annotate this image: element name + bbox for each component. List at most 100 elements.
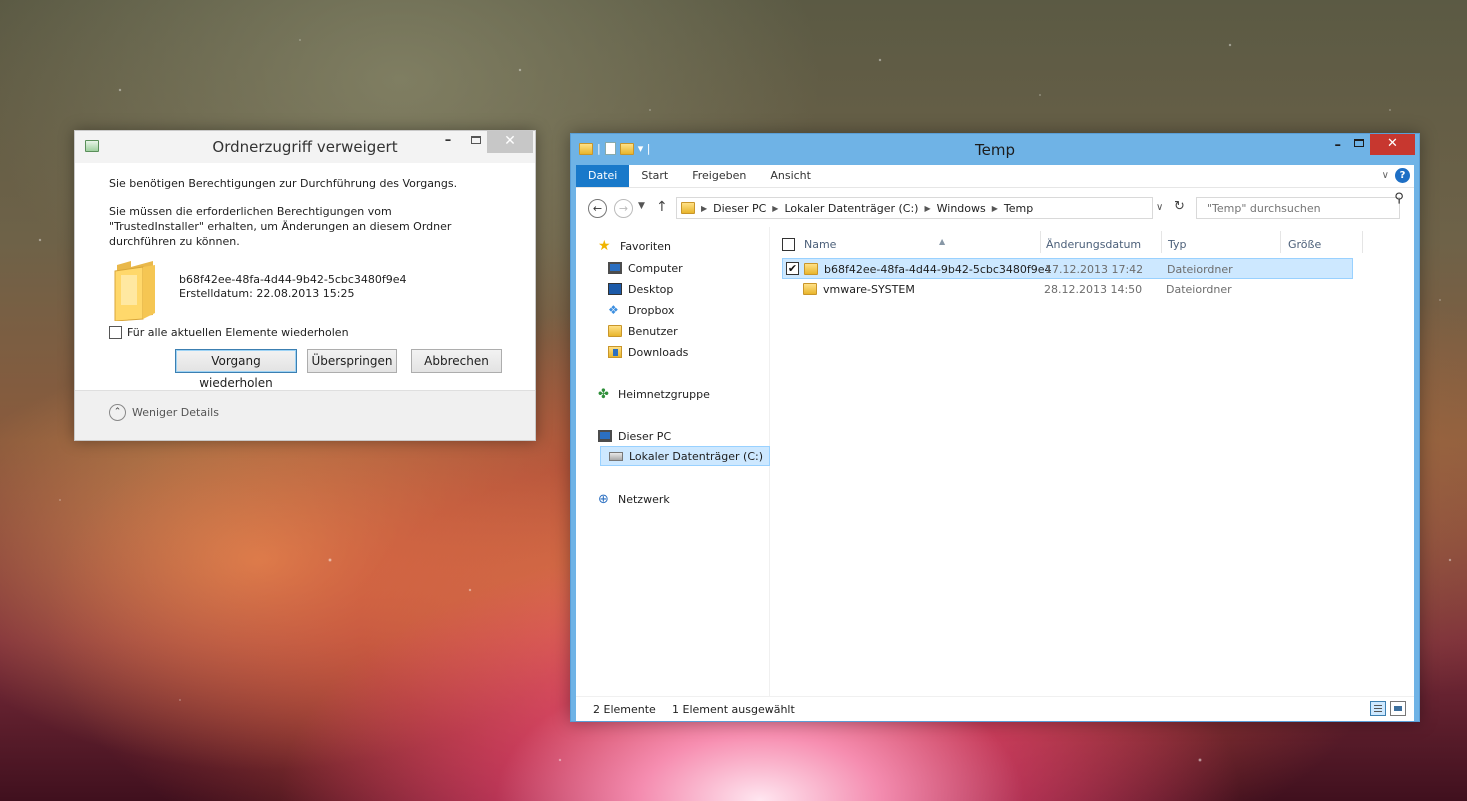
search-icon[interactable]: ⚲: [1382, 191, 1404, 206]
maximize-button[interactable]: [463, 131, 489, 153]
sidebar-item-downloads[interactable]: Downloads: [608, 342, 688, 362]
column-header-type[interactable]: Typ: [1168, 238, 1187, 251]
table-row[interactable]: vmware-SYSTEM 28.12.2013 14:50 Dateiordn…: [782, 279, 1353, 300]
address-bar[interactable]: ▶ Dieser PC ▶ Lokaler Datenträger (C:) ▶…: [676, 197, 1153, 219]
close-button[interactable]: ✕: [487, 131, 533, 153]
recent-locations-icon[interactable]: ▼: [638, 201, 645, 211]
expand-ribbon-icon[interactable]: ∨: [1382, 170, 1389, 181]
large-icons-view-icon[interactable]: [1390, 701, 1406, 716]
selection-count: 1 Element ausgewählt: [672, 703, 795, 716]
refresh-icon[interactable]: ↻: [1174, 199, 1185, 214]
chevron-right-icon[interactable]: ▶: [992, 204, 998, 213]
file-list: Name ▲ Änderungsdatum Typ Größe ✔ b68f42…: [770, 227, 1414, 696]
navigation-pane: ★ Favoriten Computer Desktop ❖ Dropbox B…: [576, 227, 771, 696]
explorer-titlebar[interactable]: | ▾ | Temp – ✕: [571, 134, 1419, 165]
folder-info: b68f42ee-48fa-4d44-9b42-5cbc3480f9e4 Ers…: [179, 273, 407, 301]
content-area: ★ Favoriten Computer Desktop ❖ Dropbox B…: [576, 227, 1414, 696]
details-view-icon[interactable]: [1370, 701, 1386, 716]
minimize-button[interactable]: –: [435, 131, 461, 153]
breadcrumb-windows[interactable]: Windows: [937, 202, 986, 215]
file-name: vmware-SYSTEM: [823, 283, 915, 296]
ribbon-tabs: Datei Start Freigeben Ansicht ∨ ?: [576, 165, 1414, 187]
tab-ansicht[interactable]: Ansicht: [758, 165, 823, 187]
ribbon-controls: ∨ ?: [1382, 168, 1410, 183]
sidebar-item-label: Dropbox: [628, 303, 675, 317]
chevron-right-icon[interactable]: ▶: [701, 204, 707, 213]
close-button[interactable]: ✕: [1370, 134, 1415, 155]
column-divider[interactable]: [1161, 231, 1162, 253]
network-icon: ⊕: [598, 491, 609, 507]
downloads-folder-icon: [608, 346, 622, 358]
sidebar-item-favorites[interactable]: ★ Favoriten: [598, 236, 671, 256]
file-date: 17.12.2013 17:42: [1045, 263, 1144, 276]
back-button[interactable]: ←: [588, 199, 607, 218]
sidebar-item-homegroup[interactable]: ✤ Heimnetzgruppe: [598, 384, 710, 404]
file-name: b68f42ee-48fa-4d44-9b42-5cbc3480f9e4: [824, 263, 1052, 276]
chevron-right-icon[interactable]: ▶: [924, 204, 930, 213]
row-checkbox[interactable]: ✔: [786, 262, 799, 275]
chevron-right-icon[interactable]: ▶: [772, 204, 778, 213]
column-label: Name: [804, 238, 837, 251]
column-header-name[interactable]: Name ▲: [804, 237, 945, 251]
column-divider[interactable]: [1040, 231, 1041, 253]
sidebar-item-desktop[interactable]: Desktop: [608, 279, 673, 299]
minimize-button[interactable]: –: [1335, 138, 1342, 153]
folder-icon: [608, 325, 622, 337]
sidebar-item-label: Benutzer: [628, 324, 678, 338]
folder-details: b68f42ee-48fa-4d44-9b42-5cbc3480f9e4 Ers…: [109, 259, 501, 329]
repeat-for-all-checkbox[interactable]: [109, 326, 122, 339]
homegroup-icon: ✤: [598, 386, 609, 402]
sidebar-item-label: Dieser PC: [618, 429, 672, 443]
tab-start[interactable]: Start: [629, 165, 680, 187]
sidebar-item-network[interactable]: ⊕ Netzwerk: [598, 489, 670, 509]
sidebar-item-label: Lokaler Datenträger (C:): [629, 449, 764, 463]
dialog-titlebar[interactable]: Ordnerzugriff verweigert – ✕: [75, 131, 535, 163]
tab-datei[interactable]: Datei: [576, 165, 630, 187]
chevron-up-icon: ⌃: [109, 404, 126, 421]
column-divider[interactable]: [1280, 231, 1281, 253]
file-date: 28.12.2013 14:50: [1044, 283, 1143, 296]
star-icon: ★: [598, 238, 611, 254]
maximize-icon: [471, 136, 481, 144]
up-arrow-icon[interactable]: ↑: [656, 199, 668, 215]
forward-button[interactable]: →: [614, 199, 633, 218]
monitor-icon: [598, 430, 612, 442]
help-icon[interactable]: ?: [1395, 168, 1410, 183]
large-folder-icon: [114, 261, 155, 321]
file-type: Dateiordner: [1166, 283, 1232, 296]
retry-button[interactable]: Vorgang wiederholen: [175, 349, 297, 390]
desktop-icon: [608, 283, 622, 295]
dialog-title: Ordnerzugriff verweigert: [212, 138, 398, 156]
column-divider[interactable]: [1362, 231, 1363, 253]
file-type: Dateiordner: [1167, 263, 1233, 276]
item-count: 2 Elemente: [593, 703, 656, 716]
breadcrumb-temp[interactable]: Temp: [1004, 202, 1033, 215]
sidebar-item-label: Downloads: [628, 345, 689, 359]
folder-created-date: Erstelldatum: 22.08.2013 15:25: [179, 287, 355, 300]
column-header-size[interactable]: Größe: [1288, 238, 1321, 251]
folder-icon: [803, 283, 817, 295]
folder-name: b68f42ee-48fa-4d44-9b42-5cbc3480f9e4: [179, 273, 407, 286]
skip-button[interactable]: Überspringen: [307, 349, 397, 373]
sidebar-item-this-pc[interactable]: Dieser PC: [598, 426, 671, 446]
sidebar-item-benutzer[interactable]: Benutzer: [608, 321, 678, 341]
column-header-date[interactable]: Änderungsdatum: [1046, 238, 1141, 251]
sidebar-item-dropbox[interactable]: ❖ Dropbox: [608, 300, 674, 320]
address-dropdown-icon[interactable]: ∨: [1156, 202, 1163, 213]
cancel-button[interactable]: Abbrechen: [411, 349, 502, 373]
search-input[interactable]: [1196, 197, 1400, 219]
sidebar-item-computer[interactable]: Computer: [608, 258, 683, 278]
tab-freigeben[interactable]: Freigeben: [680, 165, 758, 187]
dialog-body: Sie benötigen Berechtigungen zur Durchfü…: [75, 163, 535, 329]
maximize-button[interactable]: [1354, 139, 1364, 147]
select-all-checkbox[interactable]: [782, 238, 795, 251]
table-row[interactable]: ✔ b68f42ee-48fa-4d44-9b42-5cbc3480f9e4 1…: [782, 258, 1353, 279]
less-details-toggle[interactable]: ⌃ Weniger Details: [109, 404, 219, 421]
breadcrumb-local-disk[interactable]: Lokaler Datenträger (C:): [784, 202, 918, 215]
sidebar-item-label: Favoriten: [620, 239, 671, 253]
breadcrumb-dieser-pc[interactable]: Dieser PC: [713, 202, 766, 215]
sidebar-item-local-disk[interactable]: Lokaler Datenträger (C:): [600, 446, 771, 466]
repeat-for-all-row[interactable]: Für alle aktuellen Elemente wiederholen: [109, 326, 349, 339]
sort-ascending-icon: ▲: [939, 237, 946, 246]
status-bar: 2 Elemente 1 Element ausgewählt: [576, 696, 1414, 721]
